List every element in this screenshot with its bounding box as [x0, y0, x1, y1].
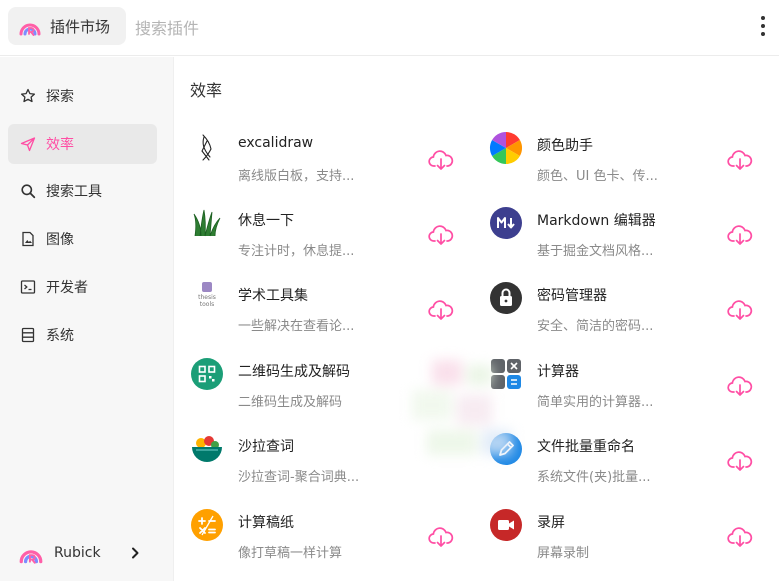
- sidebar-item-label: 开发者: [46, 280, 88, 296]
- plugin-desc: 专注计时，休息提...: [238, 244, 355, 259]
- plugin-card[interactable]: 文件批量重命名 系统文件(夹)批量...: [489, 430, 779, 490]
- cloud-download-icon[interactable]: [428, 149, 454, 171]
- plugin-card[interactable]: 计算稿纸 像打草稿一样计算: [190, 506, 480, 566]
- cloud-download-icon[interactable]: [727, 299, 753, 321]
- color-wheel-icon: [489, 131, 523, 165]
- thesis-tools-icon: thesis tools: [190, 281, 224, 315]
- plugin-name: 二维码生成及解码: [238, 364, 350, 380]
- user-profile[interactable]: Rubick: [8, 535, 157, 571]
- header: 插件市场: [0, 0, 779, 56]
- plugin-name: 学术工具集: [238, 288, 308, 304]
- plugin-card[interactable]: excalidraw 离线版白板，支持...: [190, 129, 480, 189]
- loading-blur-overlay: [412, 360, 512, 455]
- qrcode-icon: [190, 357, 224, 391]
- plugin-name: 计算器: [537, 364, 579, 380]
- cloud-download-icon[interactable]: [428, 224, 454, 246]
- plugin-name: 录屏: [537, 515, 565, 531]
- send-icon: [20, 136, 36, 152]
- plugin-card[interactable]: 密码管理器 安全、简洁的密码...: [489, 279, 779, 339]
- plugin-card[interactable]: Markdown 编辑器 基于掘金文档风格...: [489, 204, 779, 264]
- sidebar-item-label: 效率: [46, 137, 74, 153]
- plugin-desc: 一些解决在查看论...: [238, 319, 355, 334]
- plugin-card[interactable]: 计算器 简单实用的计算器...: [489, 355, 779, 415]
- cloud-download-icon[interactable]: [727, 450, 753, 472]
- brand-label: 插件市场: [50, 17, 111, 36]
- cloud-download-icon[interactable]: [428, 299, 454, 321]
- sidebar-item-explore[interactable]: 探索: [8, 76, 157, 116]
- plugin-desc: 颜色、UI 色卡、传...: [537, 169, 658, 184]
- plugin-name: 沙拉查词: [238, 439, 294, 455]
- chevron-right-icon: [132, 547, 139, 559]
- salad-bowl-icon: [190, 432, 224, 466]
- sidebar-item-label: 探索: [46, 89, 74, 105]
- math-ops-icon: [190, 508, 224, 542]
- plugin-card[interactable]: 颜色助手 颜色、UI 色卡、传...: [489, 129, 779, 189]
- plugin-name: 密码管理器: [537, 288, 607, 304]
- plugin-desc: 屏幕录制: [537, 546, 590, 561]
- sidebar-item-label: 图像: [46, 232, 74, 248]
- system-icon: [20, 327, 36, 343]
- plugin-name: 颜色助手: [537, 138, 593, 154]
- sidebar-item-efficiency[interactable]: 效率: [8, 124, 157, 164]
- sidebar-item-label: 搜索工具: [46, 184, 102, 200]
- plugin-desc: 离线版白板，支持...: [238, 169, 355, 184]
- rubick-logo-icon: [19, 23, 41, 36]
- plugin-desc: 基于掘金文档风格...: [537, 244, 654, 259]
- plugin-market-tab[interactable]: 插件市场: [8, 7, 126, 45]
- main-content: 效率 excalidraw 离线版白板，支持... 颜色助手 颜色、UI 色卡、…: [174, 57, 779, 581]
- lock-icon: [489, 281, 523, 315]
- plugin-desc: 简单实用的计算器...: [537, 395, 654, 410]
- sidebar-item-system[interactable]: 系统: [8, 315, 157, 355]
- section-title: 效率: [190, 81, 223, 100]
- plugin-name: Markdown 编辑器: [537, 213, 656, 229]
- cloud-download-icon[interactable]: [727, 526, 753, 548]
- record-camera-icon: [489, 508, 523, 542]
- plugin-card[interactable]: 录屏 屏幕录制: [489, 506, 779, 566]
- plugin-desc: 沙拉查词-聚合词典...: [238, 470, 360, 485]
- sidebar-item-developer[interactable]: 开发者: [8, 267, 157, 307]
- star-icon: [20, 88, 36, 104]
- terminal-icon: [20, 279, 36, 295]
- plugin-name: 休息一下: [238, 213, 294, 229]
- plugin-card[interactable]: 休息一下 专注计时，休息提...: [190, 204, 480, 264]
- plugin-desc: 安全、简洁的密码...: [537, 319, 654, 334]
- avatar: [19, 550, 43, 564]
- cloud-download-icon[interactable]: [727, 375, 753, 397]
- cloud-download-icon[interactable]: [727, 224, 753, 246]
- markdown-icon: [489, 206, 523, 240]
- plugin-desc: 二维码生成及解码: [238, 395, 343, 410]
- plugin-card[interactable]: thesis tools 学术工具集 一些解决在查看论...: [190, 279, 480, 339]
- search-input[interactable]: [135, 16, 495, 40]
- cloud-download-icon[interactable]: [727, 149, 753, 171]
- sidebar-item-label: 系统: [46, 328, 74, 344]
- plugin-desc: 像打草稿一样计算: [238, 546, 343, 561]
- grass-icon: [190, 206, 224, 240]
- plugin-name: excalidraw: [238, 135, 314, 151]
- image-file-icon: [20, 231, 36, 247]
- user-name: Rubick: [54, 545, 101, 561]
- sidebar: 探索 效率 搜索工具 图像 开发者 系统 Rubick: [0, 57, 174, 581]
- cloud-download-icon[interactable]: [428, 526, 454, 548]
- excalidraw-icon: [190, 131, 224, 165]
- sidebar-item-search-tools[interactable]: 搜索工具: [8, 171, 157, 211]
- plugin-name: 计算稿纸: [238, 515, 294, 531]
- plugin-name: 文件批量重命名: [537, 439, 635, 455]
- sidebar-item-image[interactable]: 图像: [8, 219, 157, 259]
- plugin-desc: 系统文件(夹)批量...: [537, 470, 651, 485]
- more-vertical-icon[interactable]: [756, 14, 770, 38]
- search-icon: [20, 183, 36, 199]
